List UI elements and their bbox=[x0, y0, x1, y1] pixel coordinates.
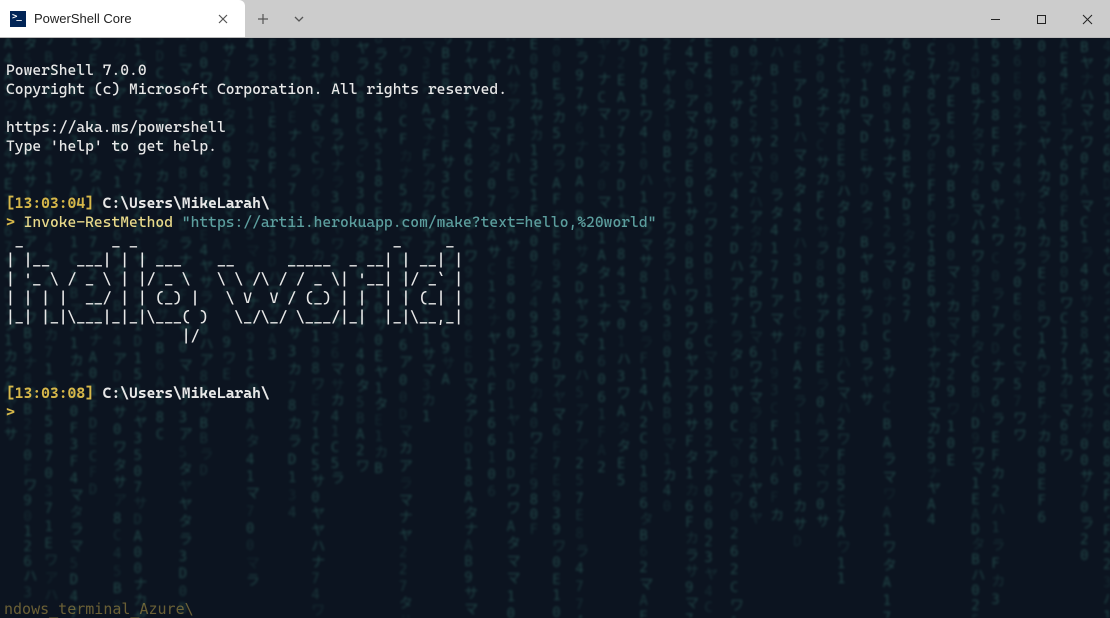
maximize-button[interactable] bbox=[1018, 0, 1064, 38]
command-name: Invoke-RestMethod bbox=[24, 213, 182, 231]
powershell-icon bbox=[10, 11, 26, 27]
terminal-tab[interactable]: PowerShell Core bbox=[0, 0, 245, 37]
close-window-button[interactable] bbox=[1064, 0, 1110, 38]
prompt-arrow-2: > bbox=[6, 403, 15, 421]
close-tab-button[interactable] bbox=[209, 5, 237, 33]
banner-version: PowerShell 7.0.0 bbox=[6, 61, 147, 79]
banner-help: Type 'help' to get help. bbox=[6, 137, 217, 155]
minimize-button[interactable] bbox=[972, 0, 1018, 38]
footer-path-hint: ndows_terminal_Azure\ bbox=[0, 600, 194, 618]
window-titlebar: PowerShell Core bbox=[0, 0, 1110, 38]
prompt-time-2: [13:03:08] bbox=[6, 384, 94, 402]
ascii-art-output: _ _ _ _ _ | |__ ___| | | ___ __ _____ _ … bbox=[6, 232, 463, 345]
banner-copyright: Copyright (c) Microsoft Corporation. All… bbox=[6, 80, 507, 98]
tab-dropdown-button[interactable] bbox=[281, 0, 317, 37]
banner-url: https://aka.ms/powershell bbox=[6, 118, 226, 136]
command-arg: "https://artii.herokuapp.com/make?text=h… bbox=[182, 213, 657, 231]
prompt-arrow-1: > bbox=[6, 213, 24, 231]
prompt-path-2: C:\Users\MikeLarah\ bbox=[94, 384, 270, 402]
titlebar-drag-region[interactable] bbox=[317, 0, 972, 37]
prompt-path-1: C:\Users\MikeLarah\ bbox=[94, 194, 270, 212]
terminal-viewport[interactable]: タ 8 9 0 ワ ラ ハ A 4 A 5 ワ F 2 4 サ E 7 A 6 … bbox=[0, 38, 1110, 618]
new-tab-button[interactable] bbox=[245, 0, 281, 37]
window-controls bbox=[972, 0, 1110, 37]
prompt-time-1: [13:03:04] bbox=[6, 194, 94, 212]
tab-title: PowerShell Core bbox=[34, 11, 201, 26]
terminal-output: PowerShell 7.0.0 Copyright (c) Microsoft… bbox=[0, 38, 1110, 426]
